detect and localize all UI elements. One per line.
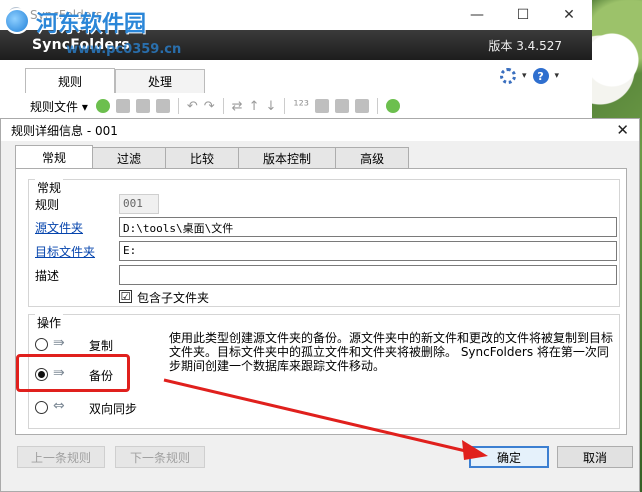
- edit-rule-icon[interactable]: [115, 99, 130, 113]
- watermark-url: www.pc0359.cn: [66, 42, 182, 57]
- ok-button[interactable]: 确定: [469, 446, 549, 468]
- toolbar-divider: [177, 98, 179, 114]
- add-rule-icon[interactable]: [95, 99, 110, 113]
- numbering-icon[interactable]: ¹²³: [293, 99, 309, 114]
- version-label: 版本 3.4.527: [488, 38, 562, 53]
- window-controls: — ☐ ✕: [454, 0, 592, 30]
- tab-filter[interactable]: 过滤: [92, 147, 167, 168]
- undo-icon[interactable]: ↶: [187, 99, 198, 114]
- copy-arrow-icon: ⇛: [53, 335, 65, 351]
- dialog-close-button[interactable]: ✕: [616, 121, 629, 139]
- chevron-down-icon[interactable]: ▾: [555, 71, 560, 81]
- tab-versioning[interactable]: 版本控制: [238, 147, 337, 168]
- ungroup-icon[interactable]: [335, 99, 350, 113]
- highlight-box: [16, 354, 130, 392]
- operation-description: 使用此类型创建源文件夹的备份。源文件夹中的新文件和更改的文件将被复制到目标文件夹…: [169, 331, 614, 373]
- delete-rule-icon[interactable]: [155, 99, 170, 113]
- include-subfolders-label: 包含子文件夹: [137, 291, 210, 305]
- two-way-arrow-icon: ⇔: [53, 398, 65, 414]
- dialog-titlebar: 规则详细信息 - 001 ✕: [1, 119, 639, 141]
- minimize-button[interactable]: —: [454, 0, 500, 30]
- toolbar-divider: [222, 98, 224, 114]
- toolbar-divider: [284, 98, 286, 114]
- rule-label: 规则: [35, 198, 60, 212]
- source-folder-link[interactable]: 源文件夹: [35, 219, 83, 236]
- two-way-option-label: 双向同步: [89, 402, 138, 416]
- top-right-tools: ▾ ? ▾: [500, 68, 559, 84]
- source-folder-input[interactable]: D:\tools\桌面\文件: [119, 217, 617, 237]
- radio-copy[interactable]: [35, 338, 48, 351]
- rule-details-dialog: 规则详细信息 - 001 ✕ 常规 过滤 比较 版本控制 高级 常规 规则 00…: [0, 118, 640, 492]
- rule-id-field: 001: [119, 194, 159, 214]
- radio-two-way-sync[interactable]: [35, 401, 48, 414]
- chevron-down-icon[interactable]: ▾: [522, 71, 527, 81]
- general-group-label: 常规: [35, 179, 64, 196]
- prev-rule-button[interactable]: 上一条规则: [17, 446, 105, 468]
- operation-group-label: 操作: [35, 314, 64, 331]
- dialog-tabs: 常规 过滤 比较 版本控制 高级: [15, 145, 410, 168]
- rules-toolbar: 规则文件 ▾ ↶ ↷ ⇄ ↑ ↓ ¹²³: [30, 95, 401, 117]
- description-label: 描述: [35, 269, 60, 283]
- swap-icon[interactable]: ⇄: [232, 99, 243, 114]
- cancel-button[interactable]: 取消: [557, 446, 633, 468]
- move-down-icon[interactable]: ↓: [265, 99, 276, 114]
- general-group: 常规 规则 001 源文件夹 D:\tools\桌面\文件 目标文件夹 E: 描…: [28, 179, 620, 307]
- redo-icon[interactable]: ↷: [204, 99, 215, 114]
- description-input[interactable]: [119, 265, 617, 285]
- help-icon[interactable]: ?: [532, 68, 549, 84]
- dialog-title: 规则详细信息 - 001: [11, 123, 118, 138]
- maximize-button[interactable]: ☐: [500, 0, 546, 30]
- group-icon[interactable]: [315, 99, 330, 113]
- main-tabs: 规则 处理: [25, 68, 206, 93]
- copy-rule-icon[interactable]: [135, 99, 150, 113]
- dots-icon[interactable]: [355, 99, 370, 113]
- toolbar-divider: [377, 98, 379, 114]
- tab-compare[interactable]: 比较: [165, 147, 240, 168]
- next-rule-button[interactable]: 下一条规则: [115, 446, 205, 468]
- general-panel: 常规 规则 001 源文件夹 D:\tools\桌面\文件 目标文件夹 E: 描…: [15, 168, 627, 435]
- sync-icon[interactable]: [386, 99, 401, 113]
- gear-icon[interactable]: [500, 68, 516, 84]
- watermark-logo-icon: [4, 8, 30, 34]
- copy-option-label: 复制: [89, 339, 114, 353]
- target-folder-input[interactable]: E:: [119, 241, 617, 261]
- tab-process[interactable]: 处理: [115, 69, 206, 93]
- rules-file-menu[interactable]: 规则文件 ▾: [30, 98, 88, 115]
- include-subfolders-checkbox[interactable]: ☑: [119, 290, 132, 303]
- target-folder-link[interactable]: 目标文件夹: [35, 243, 95, 260]
- tab-rules[interactable]: 规则: [25, 68, 116, 93]
- close-button[interactable]: ✕: [546, 0, 592, 30]
- tab-general[interactable]: 常规: [15, 145, 94, 168]
- move-up-icon[interactable]: ↑: [249, 99, 260, 114]
- watermark-title: 河东软件园: [36, 11, 147, 37]
- tab-advanced[interactable]: 高级: [335, 147, 410, 168]
